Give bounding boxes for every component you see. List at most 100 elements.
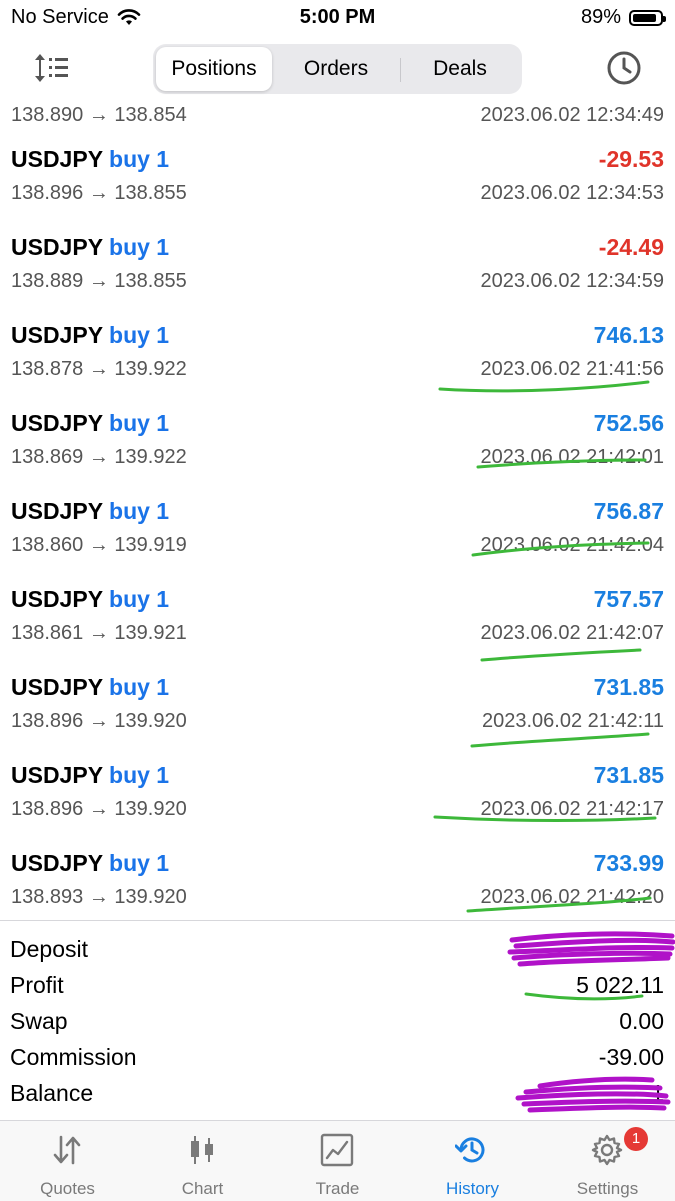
list-item[interactable]: USDJPY buy 1 731.85 138.896 → 139.920 20… bbox=[0, 758, 675, 846]
list-item[interactable]: USDJPY buy 1 757.57 138.861 → 139.921 20… bbox=[0, 582, 675, 670]
deal-profit: 731.85 bbox=[593, 762, 664, 788]
battery-fill bbox=[633, 13, 657, 22]
history-icon bbox=[455, 1137, 485, 1163]
quotes-arrows-icon bbox=[53, 1135, 81, 1165]
deal-symbol: USDJPY buy 1 bbox=[11, 234, 169, 261]
sort-icon[interactable] bbox=[34, 52, 70, 84]
tab-label: History bbox=[446, 1179, 499, 1198]
deal-profit: -29.53 bbox=[598, 146, 664, 172]
tab-label: Trade bbox=[315, 1179, 360, 1198]
list-item[interactable]: USDJPY buy 1 -24.49 138.889 → 138.855 20… bbox=[0, 230, 675, 318]
tab-label: Settings bbox=[576, 1179, 639, 1198]
summary-deposit-row: Deposit bbox=[0, 932, 675, 968]
tab-history[interactable]: History bbox=[405, 1121, 540, 1201]
deal-profit: 752.56 bbox=[593, 410, 664, 436]
deal-time: 2023.06.02 21:42:07 bbox=[480, 622, 664, 644]
symbol-text: USDJPY bbox=[11, 674, 103, 700]
tab-trade[interactable]: Trade bbox=[270, 1121, 405, 1201]
summary-commission-row: Commission -39.00 bbox=[0, 1040, 675, 1076]
deal-side: buy 1 bbox=[109, 322, 170, 348]
list-item[interactable]: USDJPY buy 1 746.13 138.878 → 139.922 20… bbox=[0, 318, 675, 406]
balance-value: 1 bbox=[651, 1080, 664, 1106]
deal-time: 2023.06.02 21:42:11 bbox=[481, 710, 664, 732]
battery-percent: 89% bbox=[580, 6, 621, 28]
tab-label: Chart bbox=[181, 1179, 224, 1198]
tab-settings[interactable]: 1 Settings bbox=[540, 1121, 675, 1201]
deal-symbol: USDJPY buy 1 bbox=[11, 146, 169, 173]
deal-prices: 138.896 → 139.920 bbox=[11, 710, 187, 732]
deposit-label: Deposit bbox=[10, 936, 88, 962]
symbol-text: USDJPY bbox=[11, 586, 103, 612]
symbol-text: USDJPY bbox=[11, 322, 103, 348]
line-chart-icon bbox=[320, 1133, 354, 1167]
deal-symbol: USDJPY buy 1 bbox=[11, 674, 169, 701]
deal-profit: 731.85 bbox=[593, 674, 664, 700]
deal-profit: -24.49 bbox=[598, 234, 664, 260]
deal-side: buy 1 bbox=[109, 146, 170, 172]
summary-divider bbox=[0, 920, 675, 921]
list-item[interactable]: USDJPY buy 1 731.85 138.896 → 139.920 20… bbox=[0, 670, 675, 758]
summary-balance-row: Balance 1 bbox=[0, 1076, 675, 1112]
candlestick-icon bbox=[191, 1136, 213, 1164]
deal-prices: 138.869 → 139.922 bbox=[11, 446, 187, 468]
deal-symbol: USDJPY buy 1 bbox=[11, 850, 169, 877]
clock-icon[interactable] bbox=[606, 50, 642, 86]
symbol-text: USDJPY bbox=[11, 850, 103, 876]
deal-symbol: USDJPY buy 1 bbox=[11, 498, 169, 525]
deal-profit: 733.99 bbox=[593, 850, 664, 876]
deal-time: 2023.06.02 12:34:53 bbox=[480, 182, 664, 204]
deal-side: buy 1 bbox=[109, 234, 170, 260]
deal-side: buy 1 bbox=[109, 498, 170, 524]
deal-time: 2023.06.02 21:42:20 bbox=[480, 886, 664, 908]
symbol-text: USDJPY bbox=[11, 762, 103, 788]
symbol-text: USDJPY bbox=[11, 498, 103, 524]
profit-label: Profit bbox=[10, 972, 64, 998]
deal-time: 2023.06.02 12:34:59 bbox=[480, 270, 664, 292]
deal-prices: 138.861 → 139.921 bbox=[11, 622, 187, 644]
segmented-control: Positions Orders Deals bbox=[153, 44, 522, 94]
deal-prices: 138.890 → 138.854 bbox=[11, 104, 187, 126]
deal-time: 2023.06.02 21:42:01 bbox=[480, 446, 664, 468]
segment-positions[interactable]: Positions bbox=[156, 47, 272, 91]
deal-profit: 746.13 bbox=[593, 322, 664, 348]
commission-value: -39.00 bbox=[598, 1044, 664, 1070]
tab-quotes[interactable]: Quotes bbox=[0, 1121, 135, 1201]
deal-prices: 138.893 → 139.920 bbox=[11, 886, 187, 908]
list-item[interactable]: USDJPY buy 1 -29.53 138.896 → 138.855 20… bbox=[0, 142, 675, 230]
deal-side: buy 1 bbox=[109, 762, 170, 788]
deal-profit: 757.57 bbox=[593, 586, 664, 612]
swap-value: 0.00 bbox=[619, 1008, 664, 1034]
symbol-text: USDJPY bbox=[11, 410, 103, 436]
tab-bar: Quotes Chart Trade History 1 Settings bbox=[0, 1120, 675, 1201]
deal-profit: 756.87 bbox=[593, 498, 664, 524]
tab-chart[interactable]: Chart bbox=[135, 1121, 270, 1201]
battery-cap bbox=[663, 15, 666, 22]
deal-prices: 138.889 → 138.855 bbox=[11, 270, 187, 292]
deal-side: buy 1 bbox=[109, 586, 170, 612]
swap-label: Swap bbox=[10, 1008, 68, 1034]
balance-label: Balance bbox=[10, 1080, 94, 1106]
segment-orders[interactable]: Orders bbox=[275, 47, 397, 91]
deal-time: 2023.06.02 21:42:04 bbox=[480, 534, 664, 556]
status-time: 5:00 PM bbox=[299, 6, 376, 28]
deal-side: buy 1 bbox=[109, 674, 170, 700]
settings-badge: 1 bbox=[624, 1127, 648, 1151]
summary-profit-row: Profit 5 022.11 bbox=[0, 968, 675, 1004]
segment-deals[interactable]: Deals bbox=[401, 47, 519, 91]
list-item[interactable]: USDJPY buy 1 733.99 138.893 → 139.920 20… bbox=[0, 846, 675, 920]
deal-time: 2023.06.02 12:34:49 bbox=[480, 104, 664, 126]
status-right: 89% bbox=[580, 6, 666, 29]
gear-icon bbox=[591, 1134, 623, 1166]
deals-list[interactable]: 138.890 → 138.854 2023.06.02 12:34:49 US… bbox=[0, 98, 675, 920]
profit-value: 5 022.11 bbox=[576, 972, 664, 998]
deal-symbol: USDJPY buy 1 bbox=[11, 762, 169, 789]
list-item[interactable]: USDJPY buy 1 752.56 138.869 → 139.922 20… bbox=[0, 406, 675, 494]
deal-prices: 138.896 → 138.855 bbox=[11, 182, 187, 204]
toolbar: Positions Orders Deals bbox=[0, 40, 675, 98]
list-item[interactable]: USDJPY buy 1 756.87 138.860 → 139.919 20… bbox=[0, 494, 675, 582]
commission-label: Commission bbox=[10, 1044, 137, 1070]
deal-symbol: USDJPY buy 1 bbox=[11, 410, 169, 437]
symbol-text: USDJPY bbox=[11, 234, 103, 260]
deal-symbol: USDJPY buy 1 bbox=[11, 586, 169, 613]
deal-side: buy 1 bbox=[109, 850, 170, 876]
